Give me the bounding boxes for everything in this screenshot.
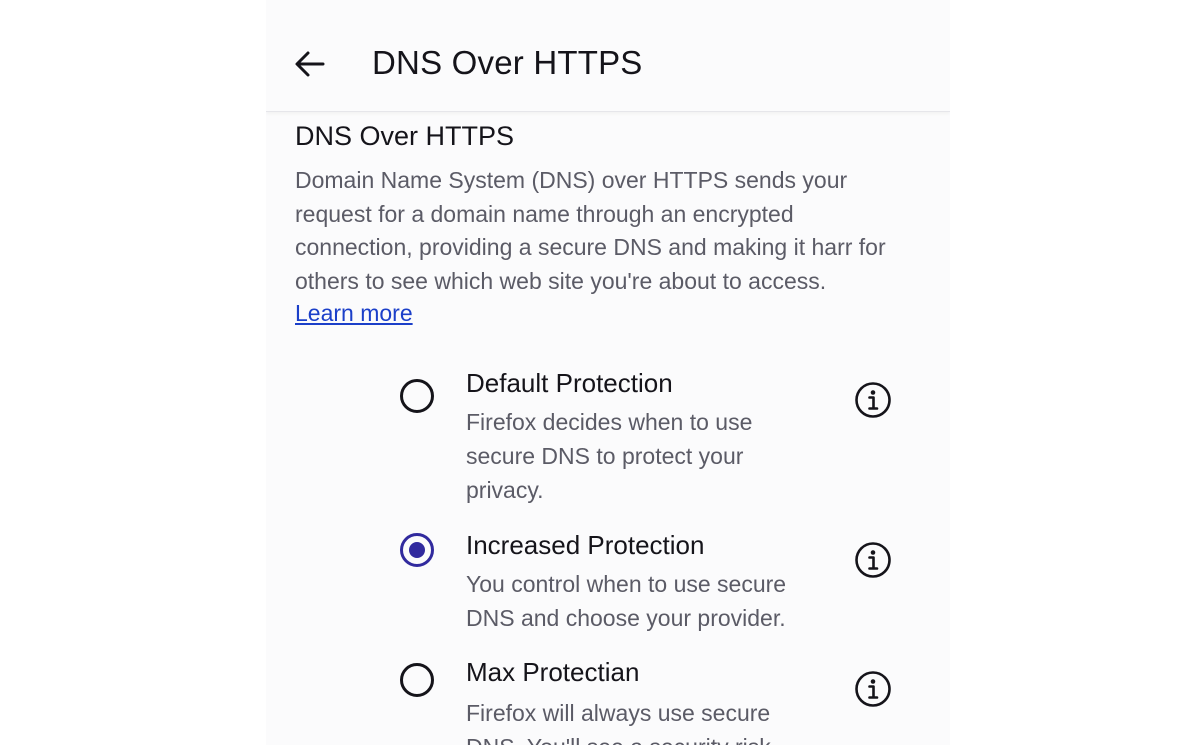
section-title: DNS Over HTTPS (295, 121, 515, 151)
radio-max-protection[interactable] (400, 663, 434, 697)
info-icon (855, 542, 891, 578)
info-button-increased-protection[interactable] (854, 541, 892, 579)
radio-default-protection[interactable] (400, 379, 434, 413)
radio-increased-protection[interactable] (400, 533, 434, 567)
section-description: Domain Name System (DNS) over HTTPS send… (295, 167, 886, 295)
option-description: You control when to use secure DNS and c… (466, 571, 787, 631)
info-button-default-protection[interactable] (854, 381, 892, 419)
back-button[interactable] (292, 46, 328, 82)
info-icon (855, 382, 891, 418)
learn-more-link[interactable]: Learn more (295, 300, 413, 327)
toolbar: DNS Over HTTPS (266, 0, 950, 112)
option-title: Default Protection (466, 368, 673, 398)
option-description: Firefox decides when to use secure DNS t… (466, 409, 753, 503)
option-title: Max Protectian (466, 657, 640, 687)
option-description: Firefox will always use secure DNS. You'… (466, 700, 771, 745)
option-title: Increased Protection (466, 530, 705, 560)
settings-screen: DNS Over HTTPS DNS Over HTTPS Domain Nam… (266, 0, 950, 745)
info-button-max-protection[interactable] (854, 670, 892, 708)
page-title: DNS Over HTTPS (372, 44, 643, 81)
info-icon (855, 671, 891, 707)
arrow-left-icon (295, 51, 325, 77)
